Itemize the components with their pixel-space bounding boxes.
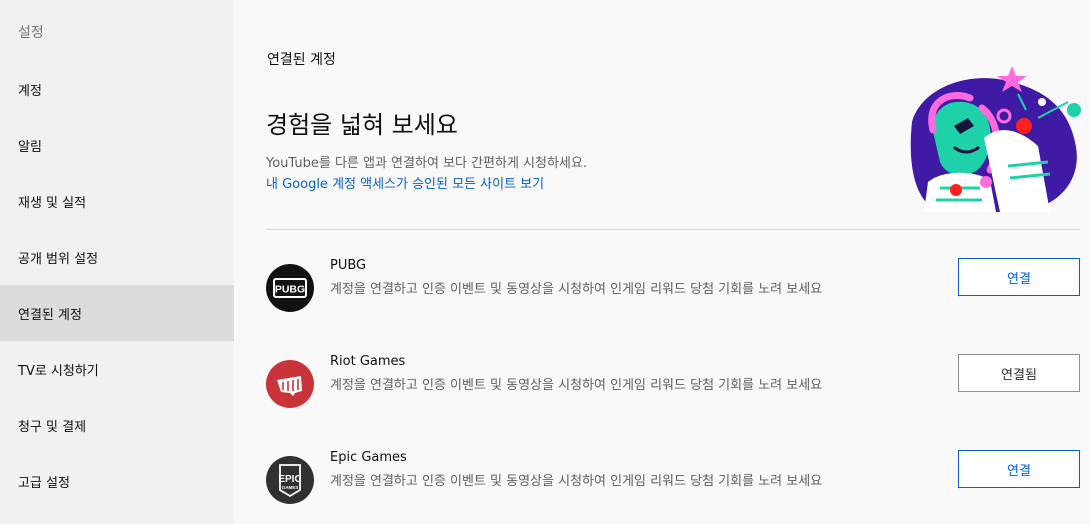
page-headline: 경험을 넓혀 보세요	[266, 111, 458, 139]
settings-sidebar: 설정 계정 알림 재생 및 실적 공개 범위 설정 연결된 계정 TV로 시청하…	[0, 0, 234, 524]
sidebar-title: 설정	[18, 25, 44, 41]
sidebar-item-notifications[interactable]: 알림	[0, 117, 234, 173]
page-description: YouTube를 다른 앱과 연결하여 보다 간편하게 시청하세요.	[266, 156, 587, 171]
connect-button[interactable]: 연결	[958, 258, 1080, 296]
main-content: 연결된 계정 경험을 넓혀 보세요 YouTube를 다른 앱과 연결하여 보다…	[234, 0, 1090, 524]
app-description: 계정을 연결하고 인증 이벤트 및 동영상을 시청하여 인게임 리워드 당첨 기…	[330, 474, 823, 489]
epic-logo-text: EPIC	[278, 474, 301, 485]
epic-logo-subtext: GAMES	[282, 485, 299, 490]
permissions-link[interactable]: 내 Google 계정 액세스가 승인된 모든 사이트 보기	[266, 173, 544, 192]
connected-apps-illustration	[910, 66, 1081, 212]
divider	[266, 229, 1080, 230]
sidebar-item-playback[interactable]: 재생 및 실적	[0, 173, 234, 229]
app-name: Riot Games	[330, 354, 406, 369]
pubg-logo-icon: PUBG	[266, 264, 314, 312]
sidebar-item-advanced[interactable]: 고급 설정	[0, 453, 234, 509]
connect-button[interactable]: 연결	[958, 450, 1080, 488]
connected-button[interactable]: 연결됨	[958, 354, 1080, 392]
app-name: PUBG	[330, 258, 367, 273]
app-row-epic-games: EPIC GAMES Epic Games 계정을 연결하고 인증 이벤트 및 …	[266, 450, 1080, 510]
app-description: 계정을 연결하고 인증 이벤트 및 동영상을 시청하여 인게임 리워드 당첨 기…	[330, 378, 823, 393]
sidebar-item-account[interactable]: 계정	[0, 61, 234, 117]
section-label: 연결된 계정	[267, 52, 336, 68]
epic-games-logo-icon: EPIC GAMES	[266, 456, 314, 504]
sidebar-item-privacy[interactable]: 공개 범위 설정	[0, 229, 234, 285]
app-description: 계정을 연결하고 인증 이벤트 및 동영상을 시청하여 인게임 리워드 당첨 기…	[330, 282, 823, 297]
pubg-logo-text: PUBG	[275, 284, 305, 296]
sidebar-item-connected-apps[interactable]: 연결된 계정	[0, 285, 234, 341]
app-row-pubg: PUBG PUBG 계정을 연결하고 인증 이벤트 및 동영상을 시청하여 인게…	[266, 258, 1080, 318]
sidebar-item-watch-on-tv[interactable]: TV로 시청하기	[0, 341, 234, 397]
sidebar-item-billing[interactable]: 청구 및 결제	[0, 397, 234, 453]
riot-games-logo-icon	[266, 360, 314, 408]
app-row-riot-games: Riot Games 계정을 연결하고 인증 이벤트 및 동영상을 시청하여 인…	[266, 354, 1080, 414]
app-name: Epic Games	[330, 450, 407, 465]
